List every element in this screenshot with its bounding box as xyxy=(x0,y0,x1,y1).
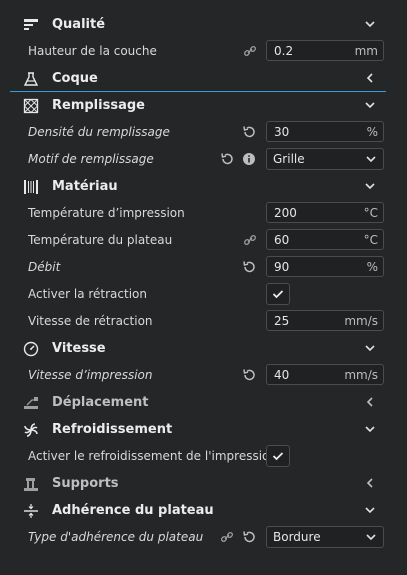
reset-icon[interactable] xyxy=(219,151,235,167)
field-value: 90 xyxy=(274,260,290,274)
field-unit: °C xyxy=(363,206,378,220)
field-unit: mm xyxy=(354,44,378,58)
field-value: 25 xyxy=(274,314,290,328)
section-title: Déplacement xyxy=(52,395,149,410)
adhesion-type-select[interactable]: Bordure xyxy=(266,526,384,548)
shell-icon xyxy=(21,69,41,89)
select-value: Grille xyxy=(273,152,305,166)
setting-row-layer-height: Hauteur de la couche 0.2 mm xyxy=(0,38,407,65)
setting-row-flow: Débit 90 % xyxy=(0,254,407,281)
infill-icon xyxy=(21,96,41,116)
chevron-down-icon[interactable] xyxy=(362,97,378,113)
infill-pattern-select[interactable]: Grille xyxy=(266,148,384,170)
section-title: Supports xyxy=(52,476,119,491)
print-speed-input[interactable]: 40 mm/s xyxy=(266,364,384,385)
setting-row-print-speed: Vitesse d’impression 40 mm/s xyxy=(0,362,407,389)
speed-icon xyxy=(21,339,41,359)
cooling-icon xyxy=(21,420,41,440)
adhesion-icon xyxy=(21,501,41,521)
section-supports[interactable]: Supports xyxy=(0,470,407,497)
field-value: 30 xyxy=(274,125,290,139)
setting-label: Hauteur de la couche xyxy=(28,44,157,58)
reset-icon[interactable] xyxy=(241,529,257,545)
setting-label: Température du plateau xyxy=(28,233,173,247)
setting-label: Température d’impression xyxy=(28,206,185,220)
setting-label: Vitesse de rétraction xyxy=(28,314,153,328)
setting-label: Débit xyxy=(28,260,61,274)
chevron-left-icon[interactable] xyxy=(362,394,378,410)
section-title: Remplissage xyxy=(52,98,145,113)
chevron-down-icon[interactable] xyxy=(362,16,378,32)
section-adhesion[interactable]: Adhérence du plateau xyxy=(0,497,407,524)
setting-row-infill-density: Densité du remplissage 30 % xyxy=(0,119,407,146)
reset-icon[interactable] xyxy=(241,124,257,140)
section-title: Refroidissement xyxy=(52,422,173,437)
setting-label: Vitesse d’impression xyxy=(28,368,153,382)
field-unit: mm/s xyxy=(344,314,378,328)
section-title: Matériau xyxy=(52,179,118,194)
section-title: Qualité xyxy=(52,17,106,32)
chevron-down-icon[interactable] xyxy=(362,178,378,194)
setting-row-bed-temperature: Température du plateau 60 °C xyxy=(0,227,407,254)
field-unit: mm/s xyxy=(344,368,378,382)
bed-temperature-input[interactable]: 60 °C xyxy=(266,229,384,250)
info-icon[interactable] xyxy=(241,151,257,167)
select-value: Bordure xyxy=(273,530,321,544)
chevron-down-icon[interactable] xyxy=(362,340,378,356)
section-title: Adhérence du plateau xyxy=(52,503,214,518)
travel-icon xyxy=(21,393,41,413)
reset-icon[interactable] xyxy=(241,367,257,383)
flow-input[interactable]: 90 % xyxy=(266,256,384,277)
check-icon xyxy=(272,290,284,299)
chevron-down-icon xyxy=(365,153,377,165)
section-cooling[interactable]: Refroidissement xyxy=(0,416,407,443)
section-travel[interactable]: Déplacement xyxy=(0,389,407,416)
retraction-speed-input[interactable]: 25 mm/s xyxy=(266,310,384,331)
section-speed[interactable]: Vitesse xyxy=(0,335,407,362)
chevron-left-icon[interactable] xyxy=(362,475,378,491)
link-icon[interactable] xyxy=(242,232,258,248)
setting-label: Motif de remplissage xyxy=(28,152,154,166)
section-material[interactable]: Matériau xyxy=(0,173,407,200)
setting-row-adhesion-type: Type d'adhérence du plateau Bordure xyxy=(0,524,407,551)
retraction-checkbox[interactable] xyxy=(266,283,290,305)
section-infill[interactable]: Remplissage xyxy=(0,92,407,119)
setting-label: Densité du remplissage xyxy=(28,125,170,139)
field-unit: % xyxy=(366,260,378,274)
print-temperature-input[interactable]: 200 °C xyxy=(266,202,384,223)
setting-row-cooling-enable: Activer le refroidissement de l'impressi… xyxy=(0,443,407,470)
quality-icon xyxy=(21,15,41,35)
check-icon xyxy=(272,452,284,461)
cooling-checkbox[interactable] xyxy=(266,445,290,467)
section-quality[interactable]: Qualité xyxy=(0,11,407,38)
link-icon[interactable] xyxy=(242,43,258,59)
print-settings-panel: Qualité Hauteur de la couche 0.2 mm Coqu… xyxy=(0,0,407,575)
field-unit: °C xyxy=(363,233,378,247)
setting-label: Activer le refroidissement de l'impressi… xyxy=(28,449,277,463)
field-value: 60 xyxy=(274,233,290,247)
infill-density-input[interactable]: 30 % xyxy=(266,121,384,142)
field-unit: % xyxy=(366,125,378,139)
setting-row-retraction-enable: Activer la rétraction xyxy=(0,281,407,308)
chevron-left-icon[interactable] xyxy=(362,70,378,86)
setting-row-print-temperature: Température d’impression 200 °C xyxy=(0,200,407,227)
chevron-down-icon[interactable] xyxy=(362,421,378,437)
link-icon[interactable] xyxy=(219,529,235,545)
material-icon xyxy=(21,177,41,197)
setting-row-infill-pattern: Motif de remplissage Grille xyxy=(0,146,407,173)
field-value: 0.2 xyxy=(274,44,294,58)
section-title: Vitesse xyxy=(52,341,106,356)
field-value: 40 xyxy=(274,368,290,382)
supports-icon xyxy=(21,474,41,494)
setting-label: Type d'adhérence du plateau xyxy=(28,530,204,544)
setting-label: Activer la rétraction xyxy=(28,287,147,301)
section-title: Coque xyxy=(52,71,98,86)
layer-height-input[interactable]: 0.2 mm xyxy=(266,40,384,61)
section-shell[interactable]: Coque xyxy=(0,65,407,92)
reset-icon[interactable] xyxy=(241,259,257,275)
chevron-down-icon[interactable] xyxy=(362,502,378,518)
field-value: 200 xyxy=(274,206,297,220)
setting-row-retraction-speed: Vitesse de rétraction 25 mm/s xyxy=(0,308,407,335)
chevron-down-icon xyxy=(365,531,377,543)
